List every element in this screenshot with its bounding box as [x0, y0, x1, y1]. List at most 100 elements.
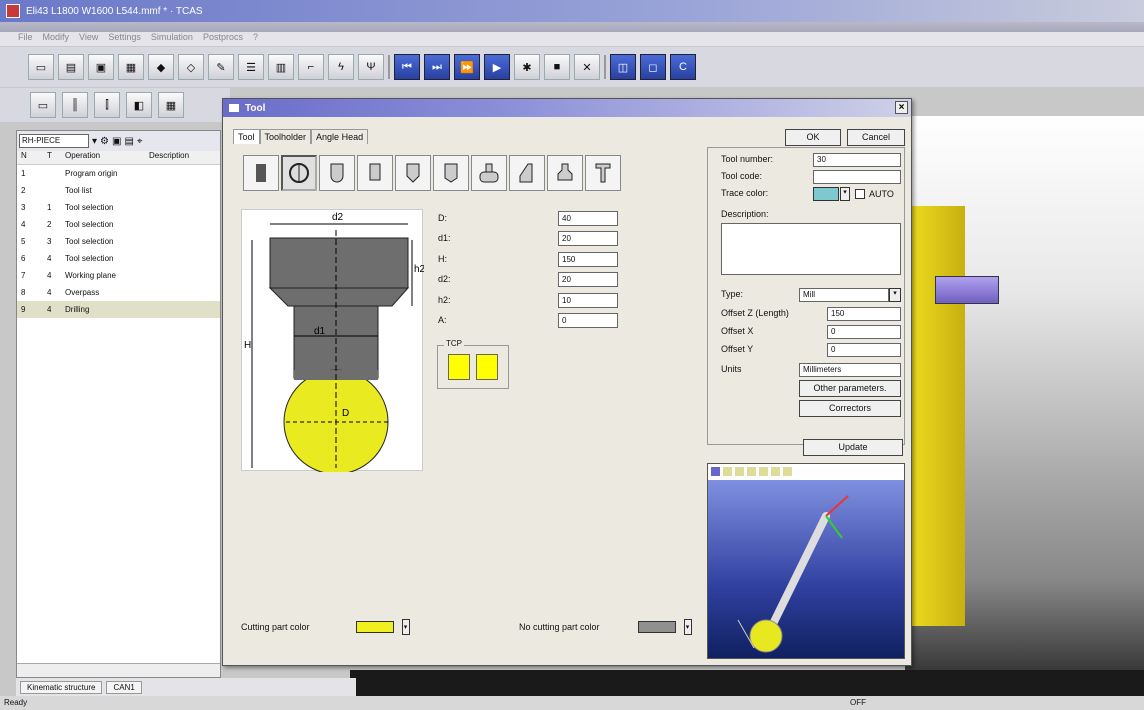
3d-viewport[interactable]: [905, 116, 1144, 696]
description-textarea[interactable]: [721, 223, 901, 275]
view-icon[interactable]: [711, 467, 720, 476]
cutting-color-swatch[interactable]: [355, 621, 394, 633]
dropdown-icon[interactable]: ▾: [92, 136, 97, 147]
stop-icon[interactable]: ■: [544, 54, 570, 80]
new-icon[interactable]: ▭: [28, 54, 54, 80]
list-item[interactable]: 3 1 Tool selection: [17, 199, 220, 216]
chevron-down-icon[interactable]: ▾: [401, 619, 410, 635]
menu-help[interactable]: ?: [253, 32, 258, 46]
profile-tool-icon[interactable]: [509, 155, 545, 191]
param-a-input[interactable]: 0: [558, 313, 618, 328]
trace-color-swatch[interactable]: [813, 187, 839, 201]
collision-icon[interactable]: ✱: [514, 54, 540, 80]
list-item[interactable]: 4 2 Tool selection: [17, 216, 220, 233]
no-cutting-color-swatch[interactable]: [637, 621, 676, 633]
axis-z-icon[interactable]: [783, 467, 792, 476]
menu-settings[interactable]: Settings: [108, 32, 141, 46]
close-icon[interactable]: ×: [895, 101, 908, 114]
menu-simulation[interactable]: Simulation: [151, 32, 193, 46]
offset-z-input[interactable]: 150: [827, 307, 901, 321]
cancel-button[interactable]: Cancel: [847, 129, 905, 146]
zoom-icon[interactable]: [723, 467, 732, 476]
chevron-down-icon[interactable]: ▾: [840, 187, 850, 201]
offset-y-input[interactable]: 0: [827, 343, 901, 357]
list-item[interactable]: 5 3 Tool selection: [17, 233, 220, 250]
tab-angle-head[interactable]: Angle Head: [311, 129, 369, 144]
grid-icon[interactable]: ▦: [158, 92, 184, 118]
list-item[interactable]: 1 Program origin: [17, 165, 220, 182]
step-start-icon[interactable]: ⏮: [394, 54, 420, 80]
tab-tool[interactable]: Tool: [233, 129, 260, 144]
print-icon[interactable]: ▦: [118, 54, 144, 80]
tool-code-input[interactable]: [813, 170, 901, 184]
ok-button[interactable]: OK: [785, 129, 841, 146]
save-icon[interactable]: ▣: [88, 54, 114, 80]
round-end-tool-icon[interactable]: [319, 155, 355, 191]
list-icon[interactable]: ☰: [238, 54, 264, 80]
book-icon[interactable]: ▥: [268, 54, 294, 80]
countersink-tool-icon[interactable]: [395, 155, 431, 191]
tool-preview[interactable]: [707, 463, 905, 659]
tab-can1[interactable]: CAN1: [106, 680, 142, 694]
disc-tool-icon[interactable]: [471, 155, 507, 191]
axis-y-icon[interactable]: [771, 467, 780, 476]
rotate-icon[interactable]: [747, 467, 756, 476]
drill-tool-icon[interactable]: [433, 155, 469, 191]
program-icon[interactable]: ▭: [30, 92, 56, 118]
paint-icon[interactable]: ✎: [208, 54, 234, 80]
param-d-input[interactable]: 40: [558, 211, 618, 226]
menu-postprocs[interactable]: Postprocs: [203, 32, 243, 46]
sub-icon[interactable]: ◧: [126, 92, 152, 118]
tcp-center-icon[interactable]: [448, 354, 470, 380]
param-h-input[interactable]: 150: [558, 252, 618, 267]
form-tool-icon[interactable]: [547, 155, 583, 191]
ball-tool-icon[interactable]: [281, 155, 317, 191]
auto-checkbox[interactable]: [855, 189, 865, 199]
preview-3d[interactable]: [708, 480, 904, 658]
list-item[interactable]: 8 4 Overpass: [17, 284, 220, 301]
tool-icon[interactable]: Ψ: [358, 54, 384, 80]
tab-toolholder[interactable]: Toolholder: [259, 129, 312, 144]
chevron-down-icon[interactable]: ▾: [889, 288, 901, 302]
tool-number-input[interactable]: 30: [813, 153, 901, 167]
pan-icon[interactable]: [735, 467, 744, 476]
list-item[interactable]: 2 Tool list: [17, 182, 220, 199]
list-item[interactable]: 7 4 Working plane: [17, 267, 220, 284]
other-parameters-button[interactable]: Other parameters.: [799, 380, 901, 397]
save-icon[interactable]: ▣: [112, 136, 121, 147]
correctors-button[interactable]: Correctors: [799, 400, 901, 417]
menu-view[interactable]: View: [79, 32, 98, 46]
param-d1-input[interactable]: 20: [558, 231, 618, 246]
t-slot-tool-icon[interactable]: [585, 155, 621, 191]
horizontal-scrollbar[interactable]: [17, 663, 220, 677]
update-button[interactable]: Update: [803, 439, 903, 456]
offset-x-input[interactable]: 0: [827, 325, 901, 339]
slot-tool-icon[interactable]: [357, 155, 393, 191]
save-as-icon[interactable]: ▤: [124, 136, 133, 147]
workpiece-select[interactable]: RH-PIECE: [19, 134, 89, 148]
tab-kinematic[interactable]: Kinematic structure: [20, 680, 103, 694]
clamp-icon[interactable]: ║: [62, 92, 88, 118]
refresh-icon[interactable]: C: [670, 54, 696, 80]
fixture-icon[interactable]: ⫿: [94, 92, 120, 118]
piece-icon[interactable]: ◇: [178, 54, 204, 80]
param-d2-input[interactable]: 20: [558, 272, 618, 287]
menu-file[interactable]: File: [18, 32, 33, 46]
list-item[interactable]: 6 4 Tool selection: [17, 250, 220, 267]
cube-icon[interactable]: ◆: [148, 54, 174, 80]
units-field[interactable]: Millimeters: [799, 363, 901, 377]
axis-x-icon[interactable]: [759, 467, 768, 476]
chevron-down-icon[interactable]: ▾: [683, 619, 692, 635]
lightning-icon[interactable]: ϟ: [328, 54, 354, 80]
flat-tool-icon[interactable]: [243, 155, 279, 191]
type-select[interactable]: Mill: [799, 288, 889, 302]
play-icon[interactable]: ▶: [484, 54, 510, 80]
tcp-tip-icon[interactable]: [476, 354, 498, 380]
origin-icon[interactable]: ⌖: [137, 136, 143, 147]
step-block-icon[interactable]: ⏭: [424, 54, 450, 80]
gear-icon[interactable]: ⚙: [100, 136, 109, 147]
open-icon[interactable]: ▤: [58, 54, 84, 80]
list-item[interactable]: 9 4 Drilling: [17, 301, 220, 318]
view-iso-icon[interactable]: ◻: [640, 54, 666, 80]
param-h2-input[interactable]: 10: [558, 293, 618, 308]
